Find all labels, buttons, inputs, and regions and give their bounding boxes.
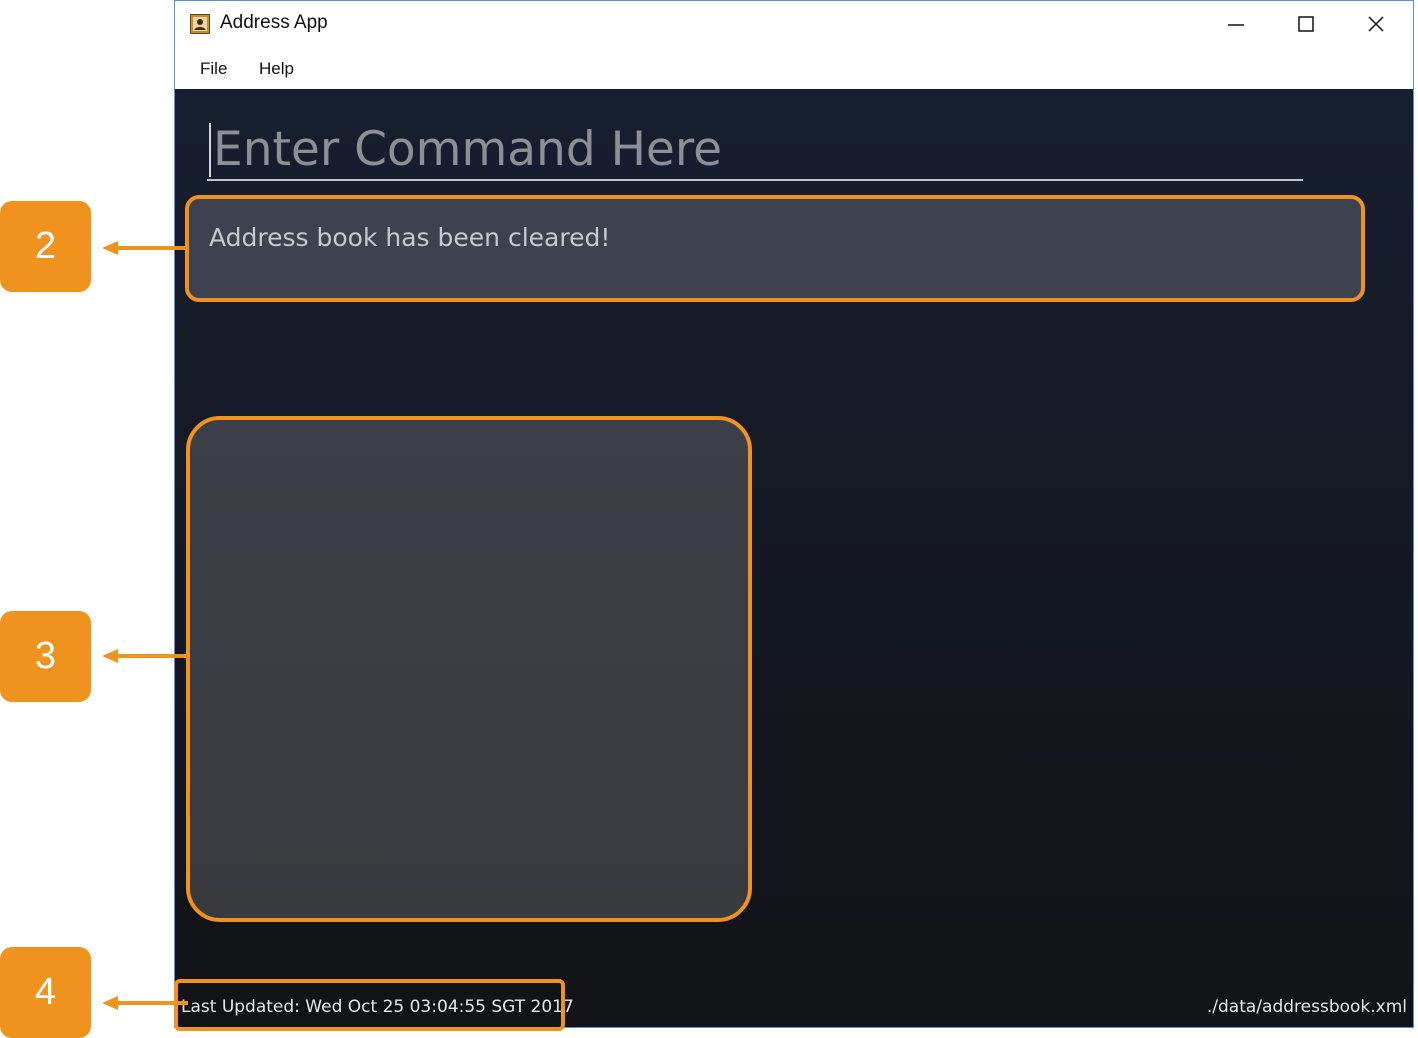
command-input[interactable] bbox=[207, 119, 1303, 179]
callout-highlight-result-display bbox=[185, 195, 1365, 302]
callout-highlight-status-bar bbox=[174, 979, 565, 1031]
menu-help[interactable]: Help bbox=[259, 59, 294, 79]
callout-arrow-2 bbox=[102, 241, 188, 255]
menu-bar: File Help bbox=[175, 47, 1413, 89]
minimize-icon bbox=[1228, 24, 1244, 26]
callout-arrow-4 bbox=[102, 996, 188, 1010]
maximize-icon bbox=[1298, 16, 1314, 32]
window-title: Address App bbox=[220, 12, 328, 33]
title-bar[interactable]: Address App bbox=[175, 1, 1413, 47]
callout-badge-2: 2 bbox=[0, 201, 91, 292]
callout-arrow-3 bbox=[102, 649, 188, 663]
menu-file[interactable]: File bbox=[200, 59, 227, 79]
callout-badge-4: 4 bbox=[0, 947, 91, 1038]
address-book-icon bbox=[190, 14, 210, 34]
callout-badge-3: 3 bbox=[0, 611, 91, 702]
callout-highlight-person-list bbox=[186, 416, 752, 922]
close-button[interactable] bbox=[1341, 1, 1411, 47]
save-location-status: ./data/addressbook.xml bbox=[1206, 997, 1407, 1017]
minimize-button[interactable] bbox=[1201, 1, 1271, 47]
command-box[interactable] bbox=[207, 119, 1303, 181]
close-icon bbox=[1368, 16, 1384, 32]
maximize-button[interactable] bbox=[1271, 1, 1341, 47]
